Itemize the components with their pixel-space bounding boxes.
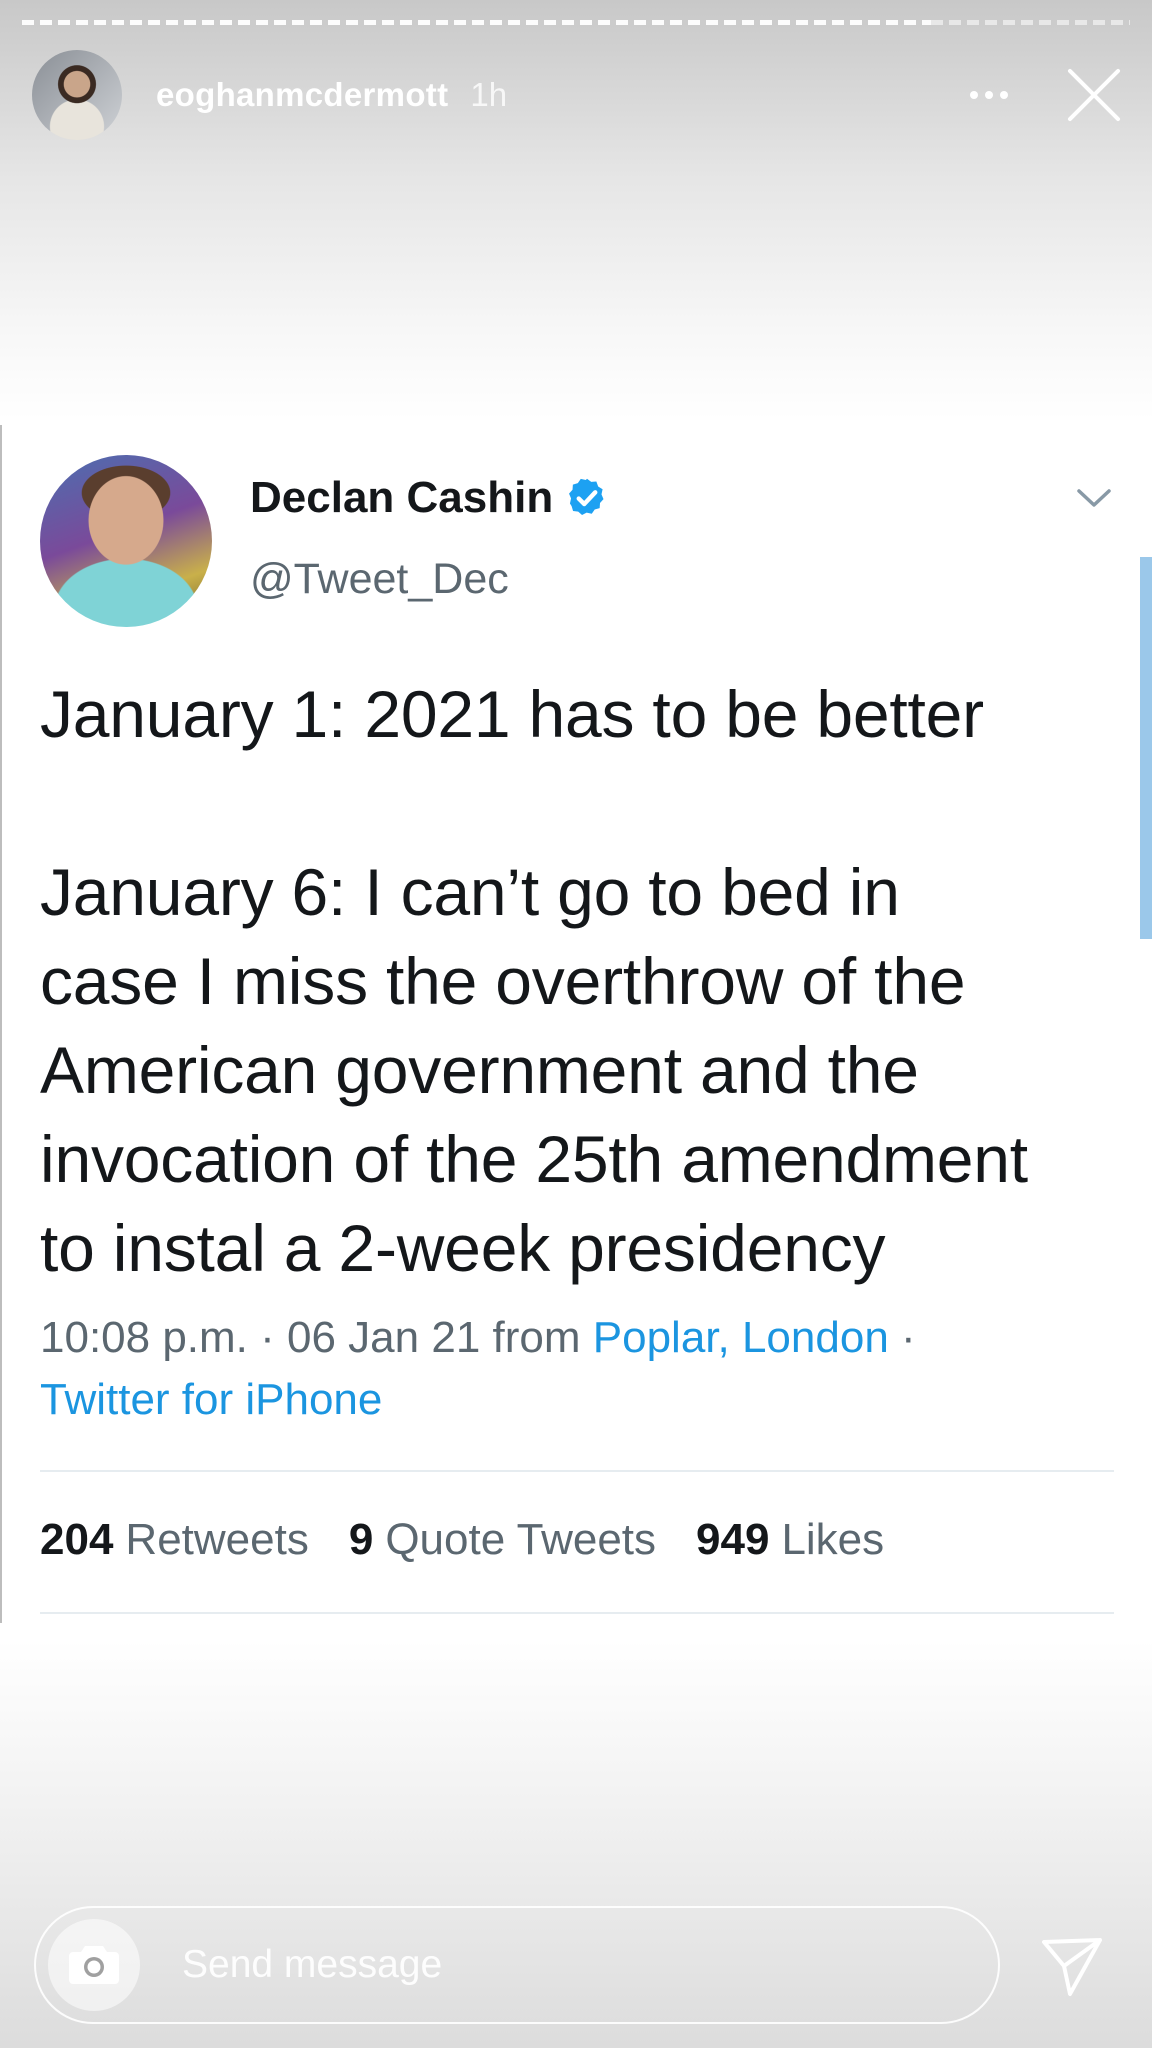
more-icon[interactable] (954, 75, 1024, 115)
quote-tweets-count: 9 (348, 1515, 374, 1564)
camera-icon (69, 1946, 119, 1984)
send-message-input[interactable] (182, 1943, 882, 1987)
tweet-author-row: Declan Cashin (250, 473, 609, 523)
meta-separator: · (888, 1313, 916, 1362)
story-progress-remaining (930, 20, 1130, 25)
tweet-text-line: invocation of the 25th amendment (40, 1122, 1028, 1196)
quote-tweets-label: Quote Tweets (385, 1515, 657, 1564)
tweet-stats: 204 Retweets 9 Quote Tweets 949 Likes (40, 1515, 924, 1565)
retweets-stat[interactable]: 204 Retweets (40, 1515, 309, 1565)
likes-count: 949 (696, 1515, 770, 1564)
chevron-down-icon[interactable] (1076, 487, 1112, 511)
close-icon[interactable] (1064, 65, 1124, 125)
story-avatar[interactable] (32, 50, 122, 140)
retweets-label: Retweets (125, 1515, 309, 1564)
tweet-author-name: Declan Cashin (250, 473, 554, 522)
tweet-text: January 1: 2021 has to be better January… (40, 670, 1130, 1293)
divider (40, 1470, 1114, 1472)
tweet-card: Declan Cashin @Tweet_Dec January 1: 2021… (0, 425, 1152, 1623)
tweet-meta: 10:08 p.m. · 06 Jan 21 from Poplar, Lond… (40, 1307, 1120, 1431)
divider (40, 1612, 1114, 1614)
story-username[interactable]: eoghanmcdermott (156, 76, 448, 114)
meta-separator: · (247, 1313, 288, 1362)
retweets-count: 204 (40, 1515, 114, 1564)
story-progress-fill (22, 20, 931, 25)
tweet-author-handle: @Tweet_Dec (250, 555, 509, 603)
tweet-text-line: case I miss the overthrow of the (40, 944, 966, 1018)
tweet-text-line: January 6: I can’t go to bed in (40, 855, 900, 929)
likes-label: Likes (781, 1515, 885, 1564)
meta-from: from (480, 1313, 593, 1362)
story-header: eoghanmcdermott 1h (32, 50, 1124, 140)
quote-tweets-stat[interactable]: 9 Quote Tweets (349, 1515, 656, 1565)
tweet-source-link[interactable]: Twitter for iPhone (40, 1375, 382, 1424)
tweet-text-line: American government and the (40, 1033, 919, 1107)
likes-stat[interactable]: 949 Likes (696, 1515, 884, 1565)
tweet-text-line: January 1: 2021 has to be better (40, 677, 984, 751)
send-icon[interactable] (1036, 1930, 1108, 2002)
tweet-author-avatar (40, 455, 212, 627)
tweet-date: 06 Jan 21 (287, 1313, 481, 1362)
message-bar (34, 1906, 1000, 2024)
camera-button[interactable] (48, 1919, 140, 2011)
story-progress-bar (22, 20, 1130, 25)
story-time: 1h (470, 76, 508, 113)
tweet-location-link[interactable]: Poplar, London (593, 1313, 889, 1362)
tweet-text-line: to instal a 2-week presidency (40, 1211, 886, 1285)
tweet-time: 10:08 p.m. (40, 1313, 248, 1362)
tweet-card-border (0, 425, 2, 1623)
verified-icon (569, 478, 604, 516)
scroll-indicator (1140, 557, 1152, 939)
